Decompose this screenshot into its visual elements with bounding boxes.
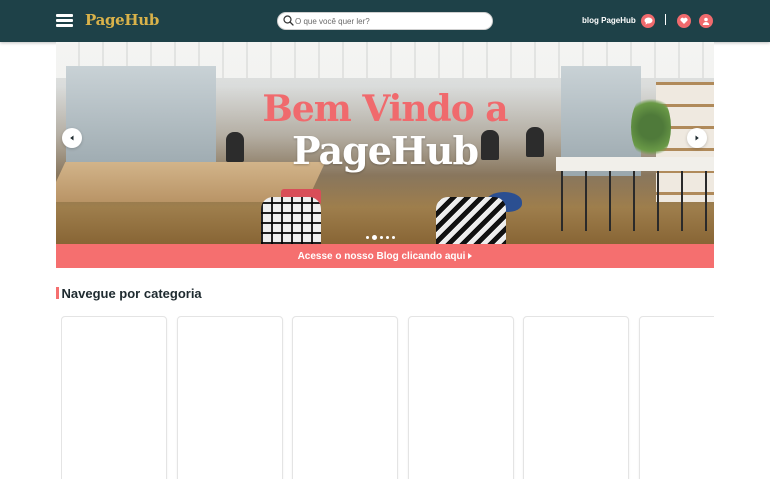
account-button[interactable] xyxy=(699,14,713,28)
hero-carousel: Bem Vindo a PageHub xyxy=(56,42,714,244)
user-icon xyxy=(702,17,710,25)
section-title: Navegue por categoria xyxy=(61,285,202,301)
carousel-dot[interactable] xyxy=(380,235,383,239)
chevron-left-icon xyxy=(70,135,74,141)
hero-title-line1: Bem Vindo a xyxy=(262,88,508,130)
category-card[interactable] xyxy=(638,316,714,479)
header-separator xyxy=(665,14,666,25)
search-icon xyxy=(283,15,294,26)
category-card[interactable] xyxy=(523,316,629,479)
category-carousel xyxy=(61,316,714,479)
chat-button[interactable] xyxy=(641,14,655,28)
blog-link[interactable]: blog PageHub xyxy=(582,16,636,25)
hero-image-chairs xyxy=(561,171,711,231)
carousel-dot[interactable] xyxy=(372,234,377,240)
hero-image-armchair xyxy=(261,197,321,244)
menu-icon[interactable] xyxy=(56,14,73,27)
category-card[interactable] xyxy=(407,316,514,479)
carousel-next-button[interactable] xyxy=(687,128,707,148)
search-bar[interactable] xyxy=(277,12,493,30)
category-card[interactable] xyxy=(61,316,167,479)
top-navbar: PageHub blog PageHub xyxy=(0,0,770,42)
favorites-button[interactable] xyxy=(677,14,691,28)
search-input[interactable] xyxy=(295,14,485,28)
caret-right-icon xyxy=(468,253,473,259)
hero-image-armchair xyxy=(436,197,506,244)
carousel-dot[interactable] xyxy=(392,235,395,239)
carousel-dot[interactable] xyxy=(386,235,389,239)
carousel-dot[interactable] xyxy=(366,235,369,239)
section-accent-bar xyxy=(56,287,59,299)
category-card[interactable] xyxy=(292,316,398,479)
carousel-indicators xyxy=(366,234,395,240)
blog-banner-label: Acesse o nosso Blog clicando aqui xyxy=(297,250,466,262)
hero-title-line2: PageHub xyxy=(291,128,479,173)
chevron-right-icon xyxy=(695,135,699,141)
carousel-prev-button[interactable] xyxy=(62,128,82,148)
category-card[interactable] xyxy=(176,316,283,479)
chat-icon xyxy=(644,17,652,25)
blog-banner-button[interactable]: Acesse o nosso Blog clicando aqui xyxy=(56,244,714,268)
section-heading: Navegue por categoria xyxy=(56,285,202,301)
site-logo[interactable]: PageHub xyxy=(85,11,159,29)
heart-icon xyxy=(680,17,688,24)
